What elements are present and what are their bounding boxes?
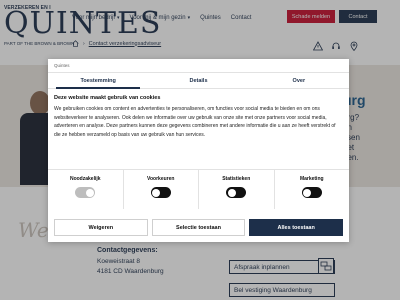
allow-all-button[interactable]: Alles toestaan [249,219,344,236]
dialog-header: Quintes [48,59,349,73]
toggle-label: Noodzakelijk [69,176,101,182]
toggle-label: Voorkeuren [147,176,175,182]
toggle-voorkeuren: Voorkeuren [124,170,199,209]
toggle-label: Marketing [299,176,324,182]
dialog-actions: Weigeren Selectie toestaan Alles toestaa… [54,219,344,236]
tab-over[interactable]: Over [249,73,349,88]
consent-toggles: Noodzakelijk Voorkeuren Statistieken Mar… [48,169,349,209]
toggle-knob [227,188,236,197]
cookie-consent-dialog: Quintes Toestemming Details Over Deze we… [48,59,349,242]
deny-button[interactable]: Weigeren [54,219,148,236]
consent-tabs: Toestemming Details Over [48,73,349,89]
toggle-label: Statistieken [222,176,251,182]
toggle-knob [85,188,94,197]
toggle-noodzakelijk: Noodzakelijk [48,170,124,209]
toggle-knob [303,188,312,197]
allow-selection-button[interactable]: Selectie toestaan [151,219,246,236]
toggle-switch-marketing[interactable] [301,187,322,198]
cookie-text: We gebruiken cookies om content en adver… [54,106,336,138]
tab-details[interactable]: Details [148,73,248,88]
toggle-switch-voorkeuren[interactable] [150,187,171,198]
toggle-switch-noodzakelijk [75,187,96,198]
toggle-marketing: Marketing [275,170,350,209]
cookie-title: Deze website maakt gebruik van cookies [54,95,161,101]
tab-toestemming[interactable]: Toestemming [48,73,148,89]
toggle-statistieken: Statistieken [199,170,275,209]
dialog-brand: Quintes [54,63,70,68]
toggle-knob [152,188,161,197]
toggle-switch-statistieken[interactable] [226,187,247,198]
dialog-body: Deze website maakt gebruik van cookies W… [48,89,349,139]
